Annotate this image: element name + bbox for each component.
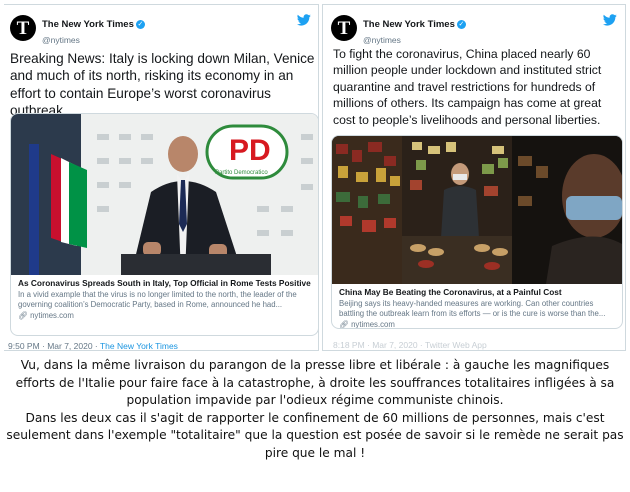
tweet-china[interactable]: T The New York Times ✓ @nytimes To fight … bbox=[322, 4, 626, 351]
verified-badge-icon: ✓ bbox=[456, 20, 466, 30]
pd-logo-text: PD bbox=[229, 134, 271, 167]
link-card[interactable]: China May Be Beating the Coronavirus, at… bbox=[331, 135, 623, 329]
card-link-text: nytimes.com bbox=[30, 311, 74, 320]
tweet-screenshots: T The New York Times ✓ @nytimes Breaking … bbox=[4, 4, 626, 352]
card-link-text: nytimes.com bbox=[351, 320, 395, 329]
twitter-bird-icon[interactable] bbox=[297, 14, 311, 26]
tweet-meta: 8:18 PM · Mar 7, 2020 · Twitter Web App bbox=[333, 340, 487, 350]
card-title[interactable]: As Coronavirus Spreads South in Italy, T… bbox=[18, 278, 311, 288]
account-name[interactable]: The New York Times bbox=[42, 19, 134, 30]
pd-logo-subtext: Partito Democratico bbox=[215, 170, 268, 176]
caption-block: Vu, dans la même livraison du parangon d… bbox=[6, 357, 624, 462]
link-icon: 🔗︎ bbox=[18, 311, 31, 320]
verified-badge-icon: ✓ bbox=[135, 20, 145, 30]
card-photo-china bbox=[332, 136, 622, 284]
card-text: As Coronavirus Spreads South in Italy, T… bbox=[11, 275, 318, 320]
card-photo-italy: PD Partito Democratico bbox=[11, 114, 318, 275]
link-card[interactable]: PD Partito Democratico As Coronavirus Sp… bbox=[10, 113, 318, 336]
card-description: Beijing says its heavy-handed measures a… bbox=[339, 299, 606, 318]
tweet-timestamp[interactable]: 9:50 PM · Mar 7, 2020 · bbox=[8, 341, 100, 350]
card-title[interactable]: China May Be Beating the Coronavirus, at… bbox=[339, 287, 615, 297]
nyt-avatar[interactable]: T bbox=[331, 15, 357, 41]
tweet-source-link[interactable]: The New York Times bbox=[100, 341, 178, 350]
account-info: The New York Times ✓ @nytimes bbox=[363, 16, 466, 45]
nyt-avatar[interactable]: T bbox=[10, 15, 36, 41]
tweet-italy[interactable]: T The New York Times ✓ @nytimes Breaking … bbox=[4, 4, 319, 351]
link-icon: 🔗︎ bbox=[339, 320, 352, 329]
card-link[interactable]: 🔗︎ nytimes.com bbox=[339, 320, 615, 329]
tweet-text: Breaking News: Italy is locking down Mil… bbox=[10, 51, 315, 119]
caption-paragraph-1: Vu, dans la même livraison du parangon d… bbox=[15, 358, 615, 407]
tweet-timestamp[interactable]: 8:18 PM · Mar 7, 2020 · Twitter Web App bbox=[333, 340, 487, 350]
card-link[interactable]: 🔗︎ nytimes.com bbox=[18, 311, 311, 320]
tweet-meta: 9:50 PM · Mar 7, 2020 · The New York Tim… bbox=[8, 341, 178, 350]
account-info: The New York Times ✓ @nytimes bbox=[42, 16, 145, 45]
account-handle[interactable]: @nytimes bbox=[42, 35, 145, 45]
account-name[interactable]: The New York Times bbox=[363, 19, 455, 30]
card-description: In a vivid example that the virus is no … bbox=[18, 290, 297, 309]
account-handle[interactable]: @nytimes bbox=[363, 35, 466, 45]
card-text: China May Be Beating the Coronavirus, at… bbox=[332, 284, 622, 329]
tweet-text: To fight the coronavirus, China placed n… bbox=[333, 47, 602, 127]
caption-paragraph-2: Dans les deux cas il s'agit de rapporter… bbox=[6, 410, 624, 460]
twitter-bird-icon[interactable] bbox=[603, 14, 617, 26]
